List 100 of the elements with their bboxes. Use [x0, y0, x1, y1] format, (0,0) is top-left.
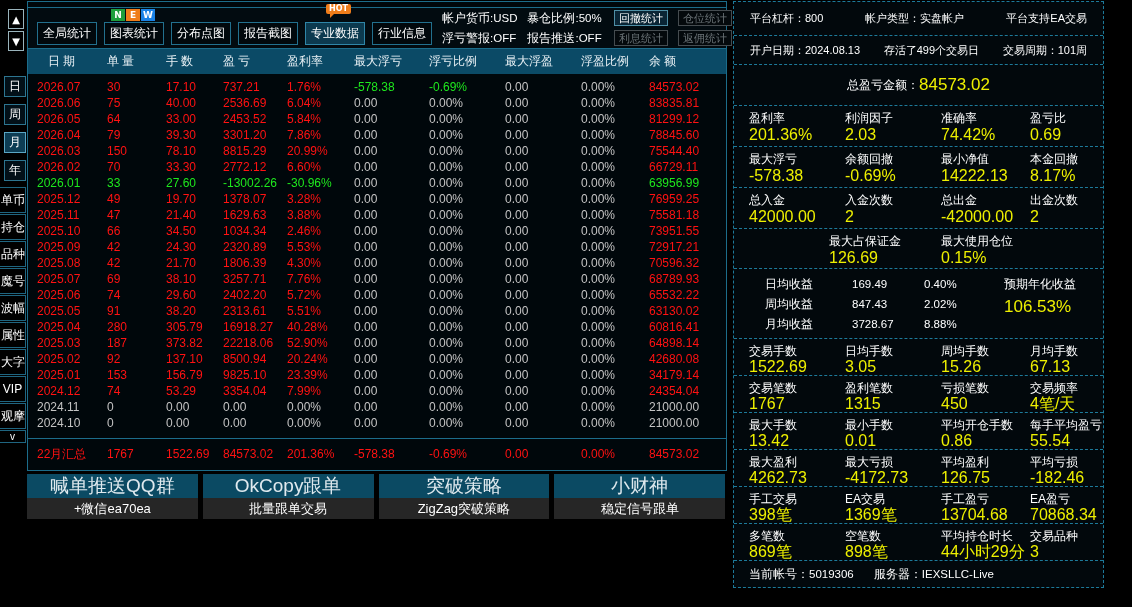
table-cell-text: 0.00%: [429, 191, 465, 207]
stat-value: 0.86: [941, 432, 973, 450]
side-menu-item[interactable]: 持仓: [0, 214, 26, 240]
table-cell-text: 1378.07: [223, 191, 268, 207]
table-cell-text: 2025.07: [37, 271, 82, 287]
stat-label: 交易手数: [749, 344, 797, 358]
side-menu-item[interactable]: 波幅: [0, 295, 26, 321]
table-cell-text: 150: [107, 143, 129, 159]
table-cell-text: 33.00: [166, 111, 198, 127]
table-cell-text: 0.00: [505, 127, 530, 143]
table-cell-text: 0.00%: [581, 287, 617, 303]
table-cell-text: 0.00: [505, 207, 530, 223]
account-setting-text: 帐户货币:USD: [442, 10, 518, 26]
side-menu-item[interactable]: 魔号: [0, 268, 26, 294]
banner-subtitle[interactable]: 批量跟单交易: [202, 498, 374, 519]
table-cell-text: -578.38: [354, 79, 396, 95]
side-menu-item[interactable]: 属性: [0, 322, 26, 348]
column-header: 浮盈比例: [581, 53, 630, 70]
table-cell-text: 0.00%: [429, 351, 465, 367]
banner-subtitle[interactable]: +微信ea70ea: [27, 498, 198, 519]
table-cell-text: 0.00%: [581, 207, 617, 223]
table-cell-text: 0.00: [354, 335, 379, 351]
table-cell-text: 0.00%: [429, 159, 465, 175]
toolbar-button[interactable]: 行业信息: [372, 22, 432, 45]
table-cell-text: 0.00: [505, 255, 530, 271]
period-tab[interactable]: 月: [4, 132, 26, 153]
table-cell-text: 3.88%: [287, 207, 323, 223]
table-cell-text: 0.00: [354, 351, 379, 367]
table-cell-text: 60816.41: [649, 319, 701, 335]
stat-label: 周均手数: [941, 344, 989, 358]
table-cell-text: 42: [107, 255, 122, 271]
stat-label: 最大使用仓位: [941, 234, 1013, 248]
new-badge-letter: W: [141, 9, 155, 21]
table-cell-text: 0.00: [505, 319, 530, 335]
toolbar-button[interactable]: 分布点图: [171, 22, 231, 45]
side-menu-item[interactable]: 单币: [0, 187, 26, 213]
table-cell-text: 2320.89: [223, 239, 268, 255]
summary-cell-text: -0.69%: [429, 446, 469, 462]
table-cell-text: 91: [107, 303, 122, 319]
banner-title[interactable]: 喊单推送QQ群: [27, 474, 198, 498]
banner-title[interactable]: OkCopy跟单: [202, 474, 374, 498]
table-cell-text: 0.00: [505, 175, 530, 191]
stat-label: 周均收益: [765, 295, 814, 313]
table-cell-text: 2025.05: [37, 303, 82, 319]
side-menu-item[interactable]: 品种: [0, 241, 26, 267]
stat-value: -182.46: [1030, 469, 1085, 487]
stat-value: 15.26: [941, 358, 982, 376]
period-tab[interactable]: 周: [4, 104, 26, 125]
summary-cell-text: 22月汇总: [37, 446, 88, 462]
table-cell-text: 2.46%: [287, 223, 323, 239]
arrow-button[interactable]: ▼: [8, 31, 24, 51]
side-menu-item[interactable]: 观摩: [0, 403, 26, 429]
period-tab[interactable]: 日: [4, 76, 26, 97]
stat-value: 398笔: [749, 506, 792, 524]
table-cell-text: 0.00%: [581, 399, 617, 415]
table-cell-text: 49: [107, 191, 122, 207]
table-cell-text: 2024.10: [37, 415, 82, 431]
banner-title[interactable]: 突破策略: [378, 474, 550, 498]
more-button[interactable]: v: [0, 430, 26, 443]
table-cell-text: 0.00: [354, 303, 379, 319]
table-cell-text: 2025.10: [37, 223, 82, 239]
stat-label: 本金回撤: [1030, 152, 1078, 166]
table-cell-text: 0.00: [505, 415, 530, 431]
toolbar-button[interactable]: 报告截图: [238, 22, 298, 45]
toolbar-button[interactable]: 图表统计: [104, 22, 164, 45]
stats-button[interactable]: 回撤统计: [613, 10, 668, 26]
account-info-text: 当前帐号：5019306: [749, 567, 854, 582]
column-header: 盈 亏: [223, 53, 252, 70]
arrow-button[interactable]: ▲: [8, 9, 24, 29]
table-cell-text: 7.86%: [287, 127, 323, 143]
table-cell-text: 0.00%: [429, 111, 465, 127]
stat-label: 手工盈亏: [941, 492, 989, 506]
table-cell-text: 70596.32: [649, 255, 701, 271]
banner-title[interactable]: 小财神: [554, 474, 725, 498]
banner-subtitle[interactable]: ZigZag突破策略: [378, 498, 550, 519]
stat-label: EA盈亏: [1030, 492, 1070, 506]
toolbar-button[interactable]: 全局统计: [37, 22, 97, 45]
side-menu-item[interactable]: 大字: [0, 349, 26, 375]
table-cell-text: 5.53%: [287, 239, 323, 255]
column-header: 日 期: [47, 53, 77, 70]
table-cell-text: 30: [107, 79, 122, 95]
stat-label: 每手平均盈亏: [1030, 418, 1102, 432]
table-cell-text: 0.00%: [429, 255, 465, 271]
stat-value: 4262.73: [749, 469, 807, 487]
table-cell-text: 2402.20: [223, 287, 268, 303]
table-cell-text: 2536.69: [223, 95, 268, 111]
table-cell-text: 0.00%: [429, 239, 465, 255]
table-cell-text: 3257.71: [223, 271, 268, 287]
table-cell-text: 0.00%: [581, 175, 617, 191]
summary-cell-text: 201.36%: [287, 446, 336, 462]
toolbar-button[interactable]: 专业数据: [305, 22, 365, 45]
column-header: 最大浮盈: [505, 53, 554, 70]
table-cell-text: 0.00: [166, 415, 191, 431]
side-menu-item[interactable]: VIP: [0, 376, 26, 402]
table-cell-text: 64898.14: [649, 335, 701, 351]
table-cell-text: 1.76%: [287, 79, 323, 95]
period-tab[interactable]: 年: [4, 160, 26, 181]
table-cell-text: 0.00%: [429, 143, 465, 159]
stat-value: 2.03: [845, 125, 877, 144]
banner-subtitle[interactable]: 稳定信号跟单: [554, 498, 725, 519]
